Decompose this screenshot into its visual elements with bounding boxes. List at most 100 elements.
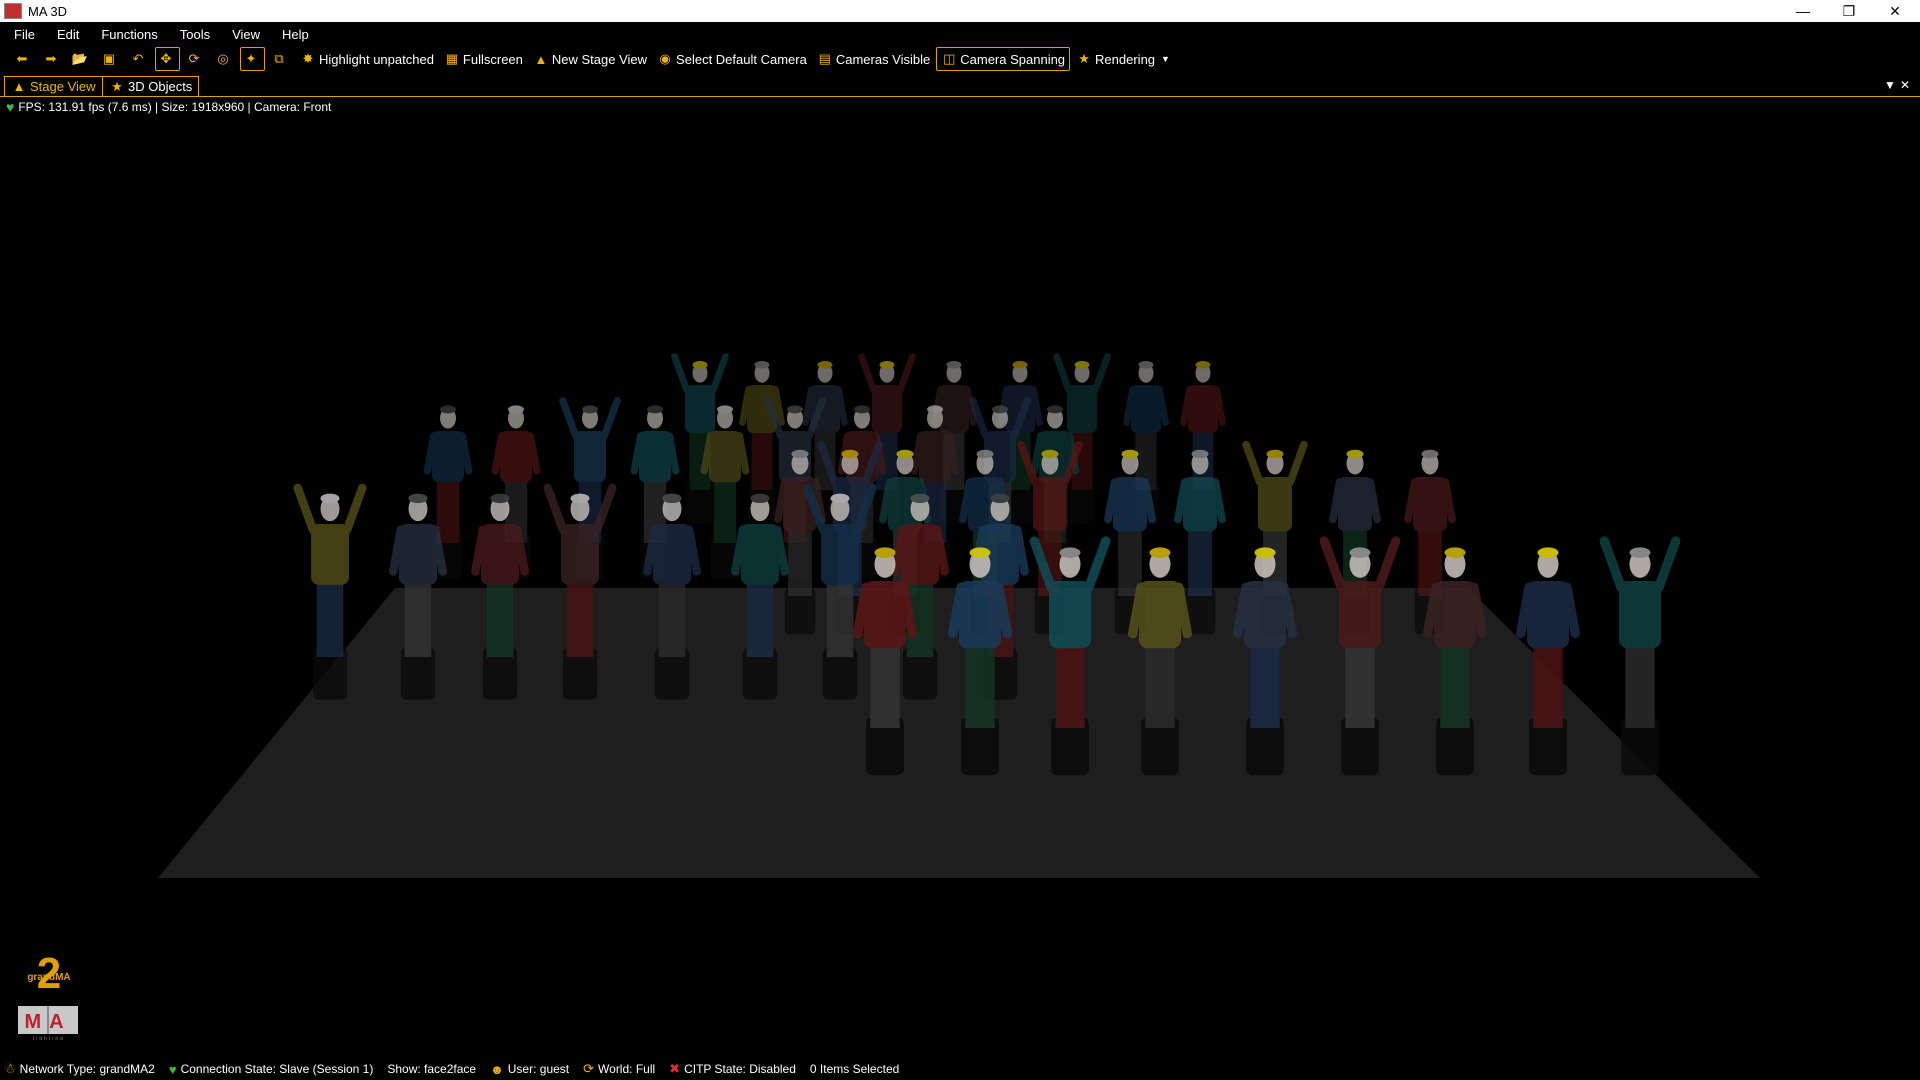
status-network-text: Network Type: grandMA2 [19, 1062, 155, 1076]
dropdown-arrow-icon: ▼ [1161, 54, 1170, 64]
open-button[interactable]: 📂 [68, 48, 95, 70]
close-icon[interactable]: ✕ [1872, 0, 1918, 22]
figure-torso [1139, 581, 1181, 649]
figure-legs [1533, 644, 1563, 728]
tab-stage-view[interactable]: ▲ Stage View [4, 76, 103, 96]
menu-tools[interactable]: Tools [172, 27, 218, 42]
select-tool-button[interactable]: ✦ [240, 47, 265, 71]
minimize-icon[interactable]: — [1780, 0, 1826, 22]
tab-close-icon[interactable]: ✕ [1900, 78, 1910, 92]
undo-button[interactable]: ↶ [126, 48, 153, 70]
back-button[interactable]: ⬅ [10, 48, 37, 70]
select-default-camera-button[interactable]: ◉ Select Default Camera [653, 48, 811, 70]
menu-functions[interactable]: Functions [93, 27, 165, 42]
status-citp-text: CITP State: Disabled [684, 1062, 796, 1076]
figure-legs [404, 581, 432, 657]
figure-torso [1131, 385, 1161, 433]
figure-arm [858, 353, 877, 393]
rendering-dropdown[interactable]: ★ Rendering ▼ [1072, 48, 1174, 70]
fullscreen-icon: ▦ [445, 51, 459, 66]
status-network: ☃ Network Type: grandMA2 [4, 1061, 155, 1077]
figure-hair [969, 547, 991, 558]
figure-torso [399, 524, 437, 585]
save-icon: ▣ [102, 51, 116, 66]
figure-torso [872, 385, 902, 433]
figure-hair [570, 493, 590, 504]
fullscreen-button[interactable]: ▦ Fullscreen [440, 48, 527, 70]
figure-hair [754, 361, 770, 369]
tab-3d-objects-label: 3D Objects [128, 79, 193, 94]
figure-hair [791, 449, 809, 459]
stage-viewport[interactable] [0, 120, 1920, 1040]
figure-hair [647, 405, 663, 414]
save-button[interactable]: ▣ [97, 48, 124, 70]
figure-torso [821, 524, 859, 585]
figure-hair [817, 361, 833, 369]
cameras-visible-button[interactable]: ▤ Cameras Visible [813, 48, 934, 70]
view-tab-bar: ▲ Stage View ★ 3D Objects ▼ ✕ [0, 76, 1920, 97]
status-show: Show: face2face [387, 1062, 476, 1076]
rotate-tool-button[interactable]: ⟳ [182, 48, 209, 70]
figure-arm [1654, 536, 1681, 593]
tab-3d-objects[interactable]: ★ 3D Objects [102, 76, 200, 96]
menu-file[interactable]: File [6, 27, 43, 42]
folder-icon: 📂 [71, 51, 89, 66]
figure-legs [1440, 644, 1470, 728]
figure-hair [1059, 547, 1081, 558]
figure-legs [658, 581, 686, 657]
camera-spanning-button[interactable]: ◫ Camera Spanning [936, 47, 1071, 71]
target-tool-button[interactable]: ◎ [211, 48, 238, 70]
figure-legs [746, 581, 774, 657]
zoom-fit-button[interactable]: ⧉ [267, 48, 294, 70]
figure-hair [910, 493, 930, 504]
new-stage-view-button[interactable]: ▲ New Stage View [529, 48, 651, 70]
forward-button[interactable]: ➡ [39, 48, 66, 70]
figure-hair [1266, 449, 1284, 459]
app-icon [4, 3, 22, 19]
move-tool-button[interactable]: ✥ [155, 47, 180, 71]
figure-arm [1084, 536, 1111, 593]
figure-hair [320, 493, 340, 504]
figure-legs [1250, 644, 1280, 728]
svg-text:lighting: lighting [33, 1036, 65, 1040]
figure-arm [710, 353, 729, 393]
figure-torso [901, 524, 939, 585]
figure-torso [1338, 477, 1372, 532]
figure-hair [1537, 547, 1559, 558]
figure-torso [1527, 581, 1569, 649]
arrow-right-icon: ➡ [45, 51, 57, 66]
figure-hair [787, 405, 803, 414]
figure-torso [561, 524, 599, 585]
figure-hair [879, 361, 895, 369]
undo-icon: ↶ [132, 51, 144, 66]
figure-hair [490, 493, 510, 504]
figure-legs [788, 528, 812, 596]
select-default-camera-label: Select Default Camera [676, 51, 807, 67]
tab-stage-view-label: Stage View [30, 79, 96, 94]
figure-hair [440, 405, 456, 414]
figure-torso [1049, 581, 1091, 649]
figure-hair [408, 493, 428, 504]
menu-help[interactable]: Help [274, 27, 317, 42]
status-user: ☻ User: guest [490, 1062, 569, 1077]
figure-legs [751, 430, 773, 490]
figure-hair [692, 361, 708, 369]
figure-hair [1121, 449, 1139, 459]
figure-torso [1244, 581, 1286, 649]
tab-menu-icon[interactable]: ▼ [1884, 78, 1896, 92]
restore-icon[interactable]: ❐ [1826, 0, 1872, 22]
figure-legs [1145, 644, 1175, 728]
network-icon: ☃ [4, 1061, 16, 1076]
camera-spanning-icon: ◫ [943, 51, 956, 66]
status-connection-text: Connection State: Slave (Session 1) [180, 1062, 374, 1076]
figure-torso [1434, 581, 1476, 649]
menu-view[interactable]: View [224, 27, 268, 42]
figure-hair [1149, 547, 1171, 558]
highlight-unpatched-button[interactable]: ✸ Highlight unpatched [296, 48, 438, 70]
figure-arm [1599, 536, 1626, 593]
menu-edit[interactable]: Edit [49, 27, 87, 42]
figure-hair [1629, 547, 1651, 558]
figure-torso [1067, 385, 1097, 433]
user-icon: ☻ [490, 1061, 504, 1077]
status-citp: ✖ CITP State: Disabled [669, 1061, 796, 1077]
